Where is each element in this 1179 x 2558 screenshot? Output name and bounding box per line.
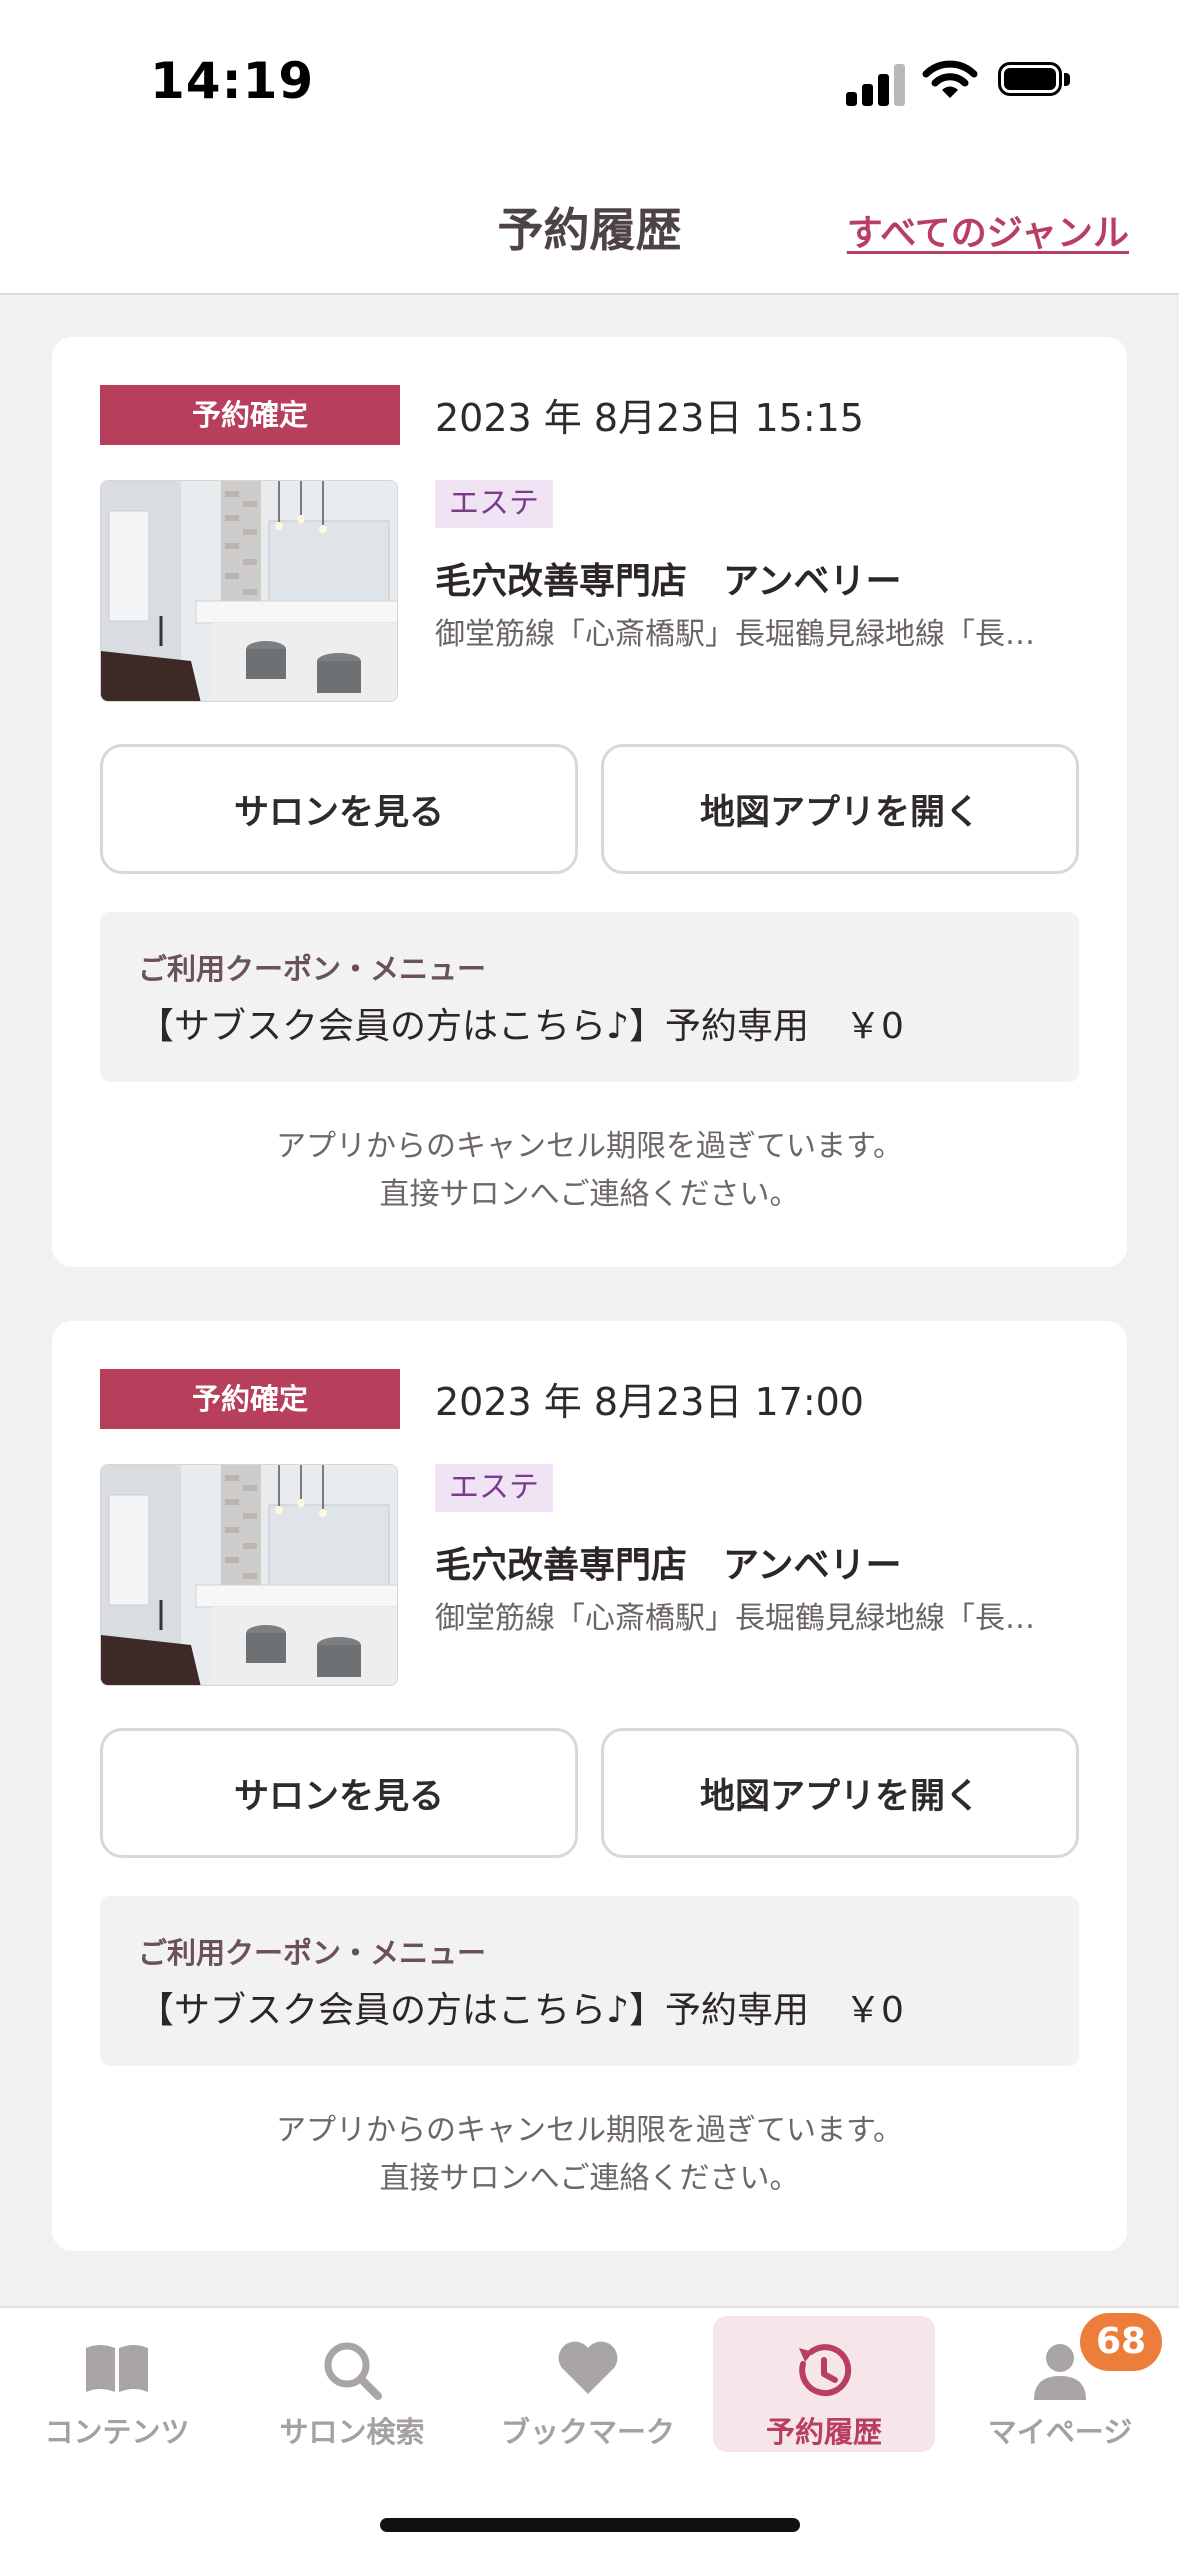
view-salon-button[interactable]: サロンを見る xyxy=(100,1728,578,1858)
cancel-note-line2: 直接サロンへご連絡ください。 xyxy=(379,2161,800,2196)
all-genres-link[interactable]: すべてのジャンル xyxy=(847,204,1129,256)
genre-tag: エステ xyxy=(435,1464,553,1512)
salon-photo[interactable] xyxy=(100,480,398,702)
mypage-notification-badge: 68 xyxy=(1080,2313,1162,2371)
tab-salon-search[interactable]: サロン検索 xyxy=(241,2316,463,2452)
reservation-datetime: 2023 年 8月23日 15:15 xyxy=(435,396,864,440)
salon-access: 御堂筋線「心斎橋駅」長堀鶴見緑地線「長… xyxy=(435,617,1035,652)
tab-reservation-history[interactable]: 予約履歴 xyxy=(713,2316,935,2452)
tab-label: 予約履歴 xyxy=(765,2415,882,2449)
salon-name[interactable]: 毛穴改善専門店 アンベリー xyxy=(435,1536,902,1588)
coupon-box: ご利用クーポン・メニュー 【サブスク会員の方はこちら♪】予約専用 ￥0 xyxy=(100,912,1079,1082)
battery-icon xyxy=(998,62,1070,100)
status-badge: 予約確定 xyxy=(100,385,400,445)
book-icon xyxy=(6,2338,228,2404)
reservation-card: 予約確定 2023 年 8月23日 17:00 エステ 毛穴改善専門店 アンベリ… xyxy=(52,1321,1127,2251)
home-indicator[interactable] xyxy=(380,2518,800,2532)
open-map-button[interactable]: 地図アプリを開く xyxy=(601,744,1079,874)
tab-label: サロン検索 xyxy=(279,2415,425,2449)
genre-tag: エステ xyxy=(435,480,553,528)
salon-name[interactable]: 毛穴改善専門店 アンベリー xyxy=(435,552,902,604)
salon-access: 御堂筋線「心斎橋駅」長堀鶴見緑地線「長… xyxy=(435,1601,1035,1636)
nav-header: 予約履歴 すべてのジャンル xyxy=(0,160,1179,295)
tab-label: ブックマーク xyxy=(500,2415,675,2449)
reservation-datetime: 2023 年 8月23日 17:00 xyxy=(435,1380,864,1424)
cancel-note-line1: アプリからのキャンセル期限を過ぎています。 xyxy=(276,2113,903,2148)
heart-icon xyxy=(477,2338,699,2404)
status-badge: 予約確定 xyxy=(100,1369,400,1429)
status-bar: 14:19 xyxy=(0,0,1179,160)
coupon-value: 【サブスク会員の方はこちら♪】予約専用 ￥0 xyxy=(138,1006,904,1047)
tab-bookmark[interactable]: ブックマーク xyxy=(477,2316,699,2452)
history-clock-icon xyxy=(713,2338,935,2404)
cancel-note-line1: アプリからのキャンセル期限を過ぎています。 xyxy=(276,1129,903,1164)
cancel-note-line2: 直接サロンへご連絡ください。 xyxy=(379,1177,800,1212)
salon-photo[interactable] xyxy=(100,1464,398,1686)
coupon-box: ご利用クーポン・メニュー 【サブスク会員の方はこちら♪】予約専用 ￥0 xyxy=(100,1896,1079,2066)
status-time: 14:19 xyxy=(150,52,315,110)
open-map-button[interactable]: 地図アプリを開く xyxy=(601,1728,1079,1858)
reservation-card: 予約確定 2023 年 8月23日 15:15 エステ 毛穴改善専門店 アンベリ… xyxy=(52,337,1127,1267)
cellular-signal-icon xyxy=(846,62,906,106)
coupon-label: ご利用クーポン・メニュー xyxy=(138,952,487,986)
tab-contents[interactable]: コンテンツ xyxy=(6,2316,228,2452)
view-salon-button[interactable]: サロンを見る xyxy=(100,744,578,874)
search-icon xyxy=(241,2338,463,2404)
tab-label: コンテンツ xyxy=(44,2415,190,2449)
tab-label: マイページ xyxy=(987,2415,1133,2449)
coupon-value: 【サブスク会員の方はこちら♪】予約専用 ￥0 xyxy=(138,1990,904,2031)
coupon-label: ご利用クーポン・メニュー xyxy=(138,1936,487,1970)
wifi-icon xyxy=(922,60,978,98)
